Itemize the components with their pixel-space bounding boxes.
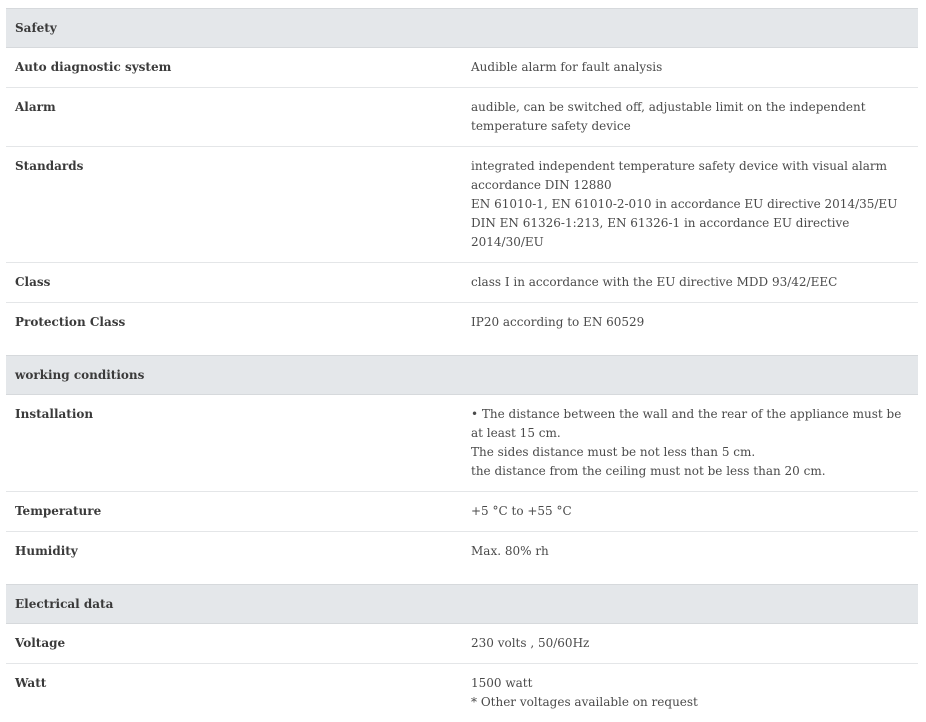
spec-value-line: IP20 according to EN 60529 (471, 313, 909, 332)
spec-value-line: Audible alarm for fault analysis (471, 58, 909, 77)
spec-label: Standards (6, 147, 462, 263)
spec-value-line: 230 volts , 50/60Hz (471, 634, 909, 653)
spec-value: Max. 80% rh (462, 532, 918, 572)
spec-value: 230 volts , 50/60Hz (462, 624, 918, 664)
spec-label: Watt (6, 664, 462, 722)
spec-value-line: the distance from the ceiling must not b… (471, 462, 909, 481)
section-safety: Safety Auto diagnostic system Audible al… (6, 8, 918, 342)
section-working-conditions: working conditions Installation • The di… (6, 355, 918, 571)
spec-value-line: DIN EN 61326-1:213, EN 61326-1 in accord… (471, 214, 909, 252)
section-header-row: Safety (6, 9, 918, 48)
spec-label: Temperature (6, 492, 462, 532)
spec-value-line: class I in accordance with the EU direct… (471, 273, 909, 292)
spec-value-line: audible, can be switched off, adjustable… (471, 98, 909, 136)
spec-row: Class class I in accordance with the EU … (6, 263, 918, 303)
spec-label: Installation (6, 395, 462, 492)
spec-value-line: The sides distance must be not less than… (471, 443, 909, 462)
spec-value: • The distance between the wall and the … (462, 395, 918, 492)
spec-row: Protection Class IP20 according to EN 60… (6, 303, 918, 343)
spec-value: audible, can be switched off, adjustable… (462, 88, 918, 147)
spec-label: Protection Class (6, 303, 462, 343)
spec-value-line: Max. 80% rh (471, 542, 909, 561)
section-electrical-data: Electrical data Voltage 230 volts , 50/6… (6, 584, 918, 722)
spec-value-line: 1500 watt (471, 674, 909, 693)
section-title: Electrical data (6, 585, 918, 624)
section-header-row: Electrical data (6, 585, 918, 624)
spec-row: Standards integrated independent tempera… (6, 147, 918, 263)
spec-value: class I in accordance with the EU direct… (462, 263, 918, 303)
spec-value-line: +5 °C to +55 °C (471, 502, 909, 521)
specifications: Safety Auto diagnostic system Audible al… (6, 8, 918, 722)
spec-row: Alarm audible, can be switched off, adju… (6, 88, 918, 147)
spec-value: +5 °C to +55 °C (462, 492, 918, 532)
spec-row: Watt 1500 watt * Other voltages availabl… (6, 664, 918, 722)
spec-label: Humidity (6, 532, 462, 572)
spec-value-line: • The distance between the wall and the … (471, 405, 909, 443)
spec-label: Voltage (6, 624, 462, 664)
section-title: working conditions (6, 356, 918, 395)
spec-value: 1500 watt * Other voltages available on … (462, 664, 918, 722)
section-title: Safety (6, 9, 918, 48)
spec-value: Audible alarm for fault analysis (462, 48, 918, 88)
spec-label: Alarm (6, 88, 462, 147)
spec-value: integrated independent temperature safet… (462, 147, 918, 263)
spec-row: Humidity Max. 80% rh (6, 532, 918, 572)
spec-value: IP20 according to EN 60529 (462, 303, 918, 343)
spec-row: Auto diagnostic system Audible alarm for… (6, 48, 918, 88)
spec-row: Installation • The distance between the … (6, 395, 918, 492)
spec-label: Class (6, 263, 462, 303)
spec-label: Auto diagnostic system (6, 48, 462, 88)
section-header-row: working conditions (6, 356, 918, 395)
spec-row: Voltage 230 volts , 50/60Hz (6, 624, 918, 664)
spec-value-line: integrated independent temperature safet… (471, 157, 909, 195)
spec-row: Temperature +5 °C to +55 °C (6, 492, 918, 532)
spec-value-line: * Other voltages available on request (471, 693, 909, 712)
spec-value-line: EN 61010-1, EN 61010-2-010 in accordance… (471, 195, 909, 214)
